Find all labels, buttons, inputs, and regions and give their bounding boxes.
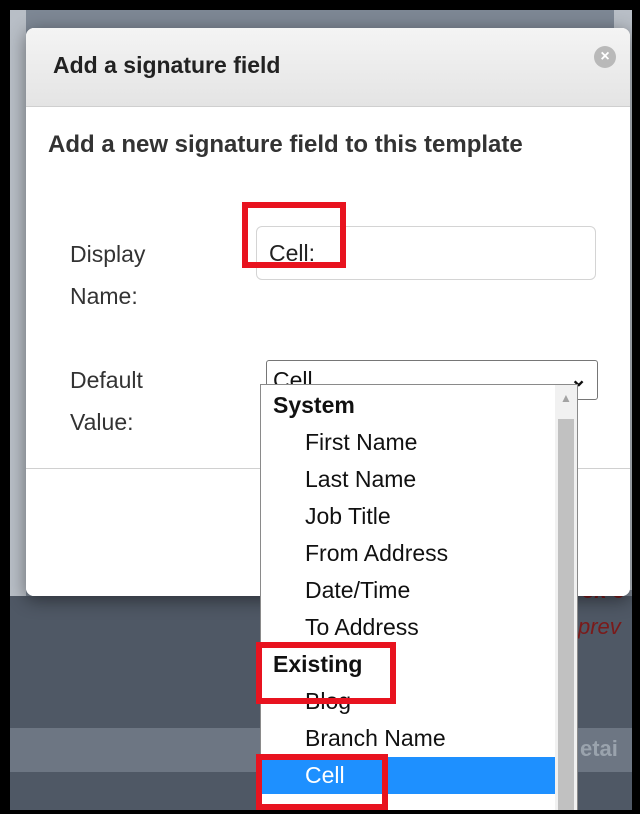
optgroup-system: System — [273, 392, 355, 418]
close-icon[interactable]: × — [594, 46, 616, 68]
dialog-title: Add a signature field — [53, 52, 281, 78]
option-branch-name[interactable]: Branch Name — [261, 720, 556, 757]
optgroup-existing: Existing — [273, 651, 363, 677]
default-value-label-line2: Value: — [70, 409, 134, 435]
option-blog[interactable]: Blog — [261, 683, 556, 720]
default-value-label-line1: Default — [70, 367, 143, 393]
option-first-name[interactable]: First Name — [261, 424, 556, 461]
display-name-label-line2: Name: — [70, 283, 138, 309]
option-last-name[interactable]: Last Name — [261, 461, 556, 498]
option-cell[interactable]: Cell — [261, 757, 556, 794]
display-name-input[interactable]: Cell: — [256, 226, 596, 280]
background-text-2: prev — [578, 614, 621, 639]
scrollbar-thumb[interactable] — [558, 419, 574, 810]
scroll-up-icon[interactable]: ▲ — [555, 391, 577, 405]
display-name-label-line1: Display — [70, 241, 146, 267]
option-job-title[interactable]: Job Title — [261, 498, 556, 535]
option-date-time[interactable]: Date/Time — [261, 572, 556, 609]
option-from-address[interactable]: From Address — [261, 535, 556, 572]
dialog-header: Add a signature field × — [26, 28, 630, 107]
dialog-subtitle: Add a new signature field to this templa… — [48, 131, 523, 158]
screen: ck c prev etai Add a signature field × A… — [10, 10, 632, 810]
option-to-address[interactable]: To Address — [261, 609, 556, 646]
default-value-listbox[interactable]: System First Name Last Name Job Title Fr… — [260, 384, 578, 810]
listbox-scrollbar[interactable]: ▲ — [555, 385, 577, 810]
background-text-3: etai — [580, 736, 618, 761]
